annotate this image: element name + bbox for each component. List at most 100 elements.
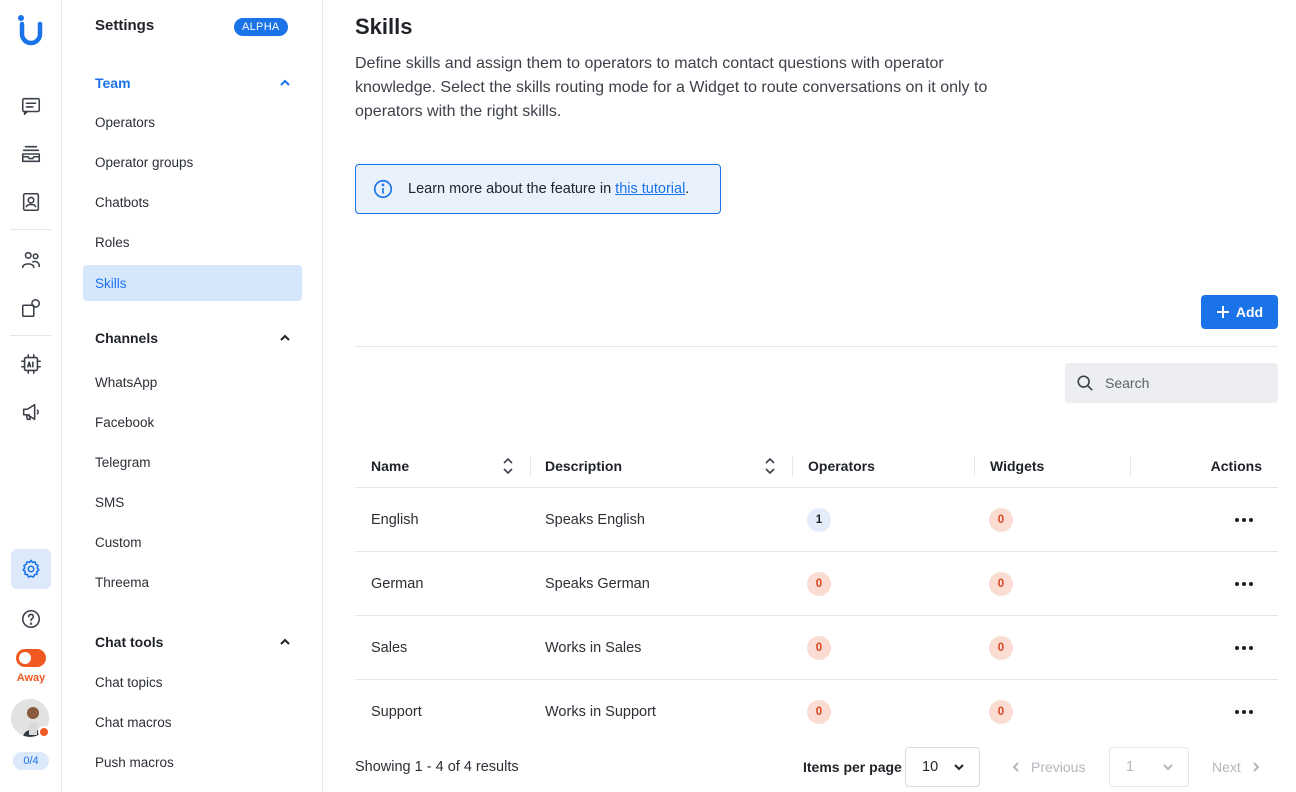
info-text: Learn more about the feature in this tut… <box>408 181 689 197</box>
row-actions-menu-icon[interactable] <box>1234 702 1254 722</box>
search-input[interactable] <box>1105 375 1265 391</box>
operators-count-badge: 0 <box>807 700 831 724</box>
table-row: German Speaks German 0 0 <box>355 552 1278 616</box>
column-separator <box>974 456 975 476</box>
section-chat-tools-toggle[interactable]: Chat tools <box>95 632 291 652</box>
search-icon <box>1077 375 1093 391</box>
status-dot <box>38 726 50 738</box>
sidebar-item-chatbots[interactable]: Chatbots <box>83 184 302 220</box>
section-team-toggle[interactable]: Team <box>95 73 291 93</box>
next-label: Next <box>1212 759 1241 775</box>
sort-name-button[interactable] <box>501 444 515 488</box>
page-number-select[interactable]: 1 <box>1109 747 1189 787</box>
sort-description-button[interactable] <box>763 444 777 488</box>
operators-count-badge: 0 <box>807 572 831 596</box>
widgets-count-badge: 0 <box>989 572 1013 596</box>
sidebar-item-whatsapp[interactable]: WhatsApp <box>83 364 302 400</box>
table-header: Name Description Operators Widgets Actio… <box>355 444 1278 488</box>
sort-icon <box>501 457 515 475</box>
integrations-icon[interactable] <box>11 288 51 328</box>
info-icon <box>373 179 393 199</box>
ai-chip-icon[interactable] <box>11 344 51 384</box>
section-label: Channels <box>95 330 159 346</box>
row-actions-menu-icon[interactable] <box>1234 510 1254 530</box>
cell-name: Sales <box>371 640 408 656</box>
chevron-left-icon <box>1012 762 1019 772</box>
chevron-up-icon <box>280 79 290 86</box>
row-actions-menu-icon[interactable] <box>1234 638 1254 658</box>
chevron-down-icon <box>954 764 964 771</box>
contacts-icon[interactable] <box>11 182 51 222</box>
info-text-suffix: . <box>685 181 690 197</box>
column-header-description: Description <box>545 458 623 474</box>
megaphone-icon[interactable] <box>11 392 51 432</box>
previous-page-button[interactable]: Previous <box>1011 759 1085 775</box>
settings-gear-icon[interactable] <box>11 549 51 589</box>
sidebar-item-threema[interactable]: Threema <box>83 564 302 600</box>
userlike-logo[interactable] <box>11 12 51 48</box>
chevron-down-icon <box>1163 764 1173 771</box>
rail-divider <box>10 335 52 336</box>
add-skill-button[interactable]: Add <box>1201 295 1278 329</box>
operators-count-badge: 1 <box>807 508 831 532</box>
availability-toggle[interactable] <box>16 649 46 667</box>
cell-name: Support <box>371 704 422 720</box>
chevron-up-icon <box>280 638 290 645</box>
page-title: Skills <box>355 14 413 39</box>
inbox-stack-icon[interactable] <box>11 134 51 174</box>
table-row: Support Works in Support 0 0 <box>355 680 1278 744</box>
column-header-actions: Actions <box>1210 458 1262 474</box>
next-page-button[interactable]: Next <box>1212 759 1261 775</box>
cell-name: English <box>371 512 419 528</box>
page-number-value: 1 <box>1126 759 1135 775</box>
column-header-operators: Operators <box>808 458 875 474</box>
sidebar-item-push-macros[interactable]: Push macros <box>83 744 302 780</box>
column-header-widgets: Widgets <box>990 458 1045 474</box>
search-box <box>1065 363 1278 403</box>
chevron-right-icon <box>1253 762 1260 772</box>
sidebar-item-roles[interactable]: Roles <box>83 224 302 260</box>
results-summary: Showing 1 - 4 of 4 results <box>355 759 519 775</box>
chat-counter-badge: 0/4 <box>13 752 49 770</box>
info-banner: Learn more about the feature in this tut… <box>355 164 721 214</box>
items-per-page-select[interactable]: 10 <box>905 747 980 787</box>
skills-table: Name Description Operators Widgets Actio… <box>355 444 1278 744</box>
sidebar-item-chat-topics[interactable]: Chat topics <box>83 664 302 700</box>
widgets-count-badge: 0 <box>989 700 1013 724</box>
help-icon[interactable] <box>11 599 51 639</box>
section-label: Chat tools <box>95 634 164 650</box>
plus-icon <box>1216 306 1229 318</box>
status-label: Away <box>16 672 46 684</box>
items-per-page-value: 10 <box>922 759 939 775</box>
settings-sidebar: Settings ALPHA Team Operators Operator g… <box>63 0 323 792</box>
sidebar-item-operator-groups[interactable]: Operator groups <box>83 144 302 180</box>
icon-rail: Away 0/4 <box>0 0 62 792</box>
cell-description: Speaks German <box>545 576 650 592</box>
messages-icon[interactable] <box>11 86 51 126</box>
team-icon[interactable] <box>11 240 51 280</box>
sidebar-item-operators[interactable]: Operators <box>83 104 302 140</box>
sidebar-item-chat-macros[interactable]: Chat macros <box>83 704 302 740</box>
cell-description: Works in Sales <box>545 640 642 656</box>
column-separator <box>1130 456 1131 476</box>
column-separator <box>530 456 531 476</box>
info-text-prefix: Learn more about the feature in <box>408 181 616 197</box>
section-channels-toggle[interactable]: Channels <box>95 328 291 348</box>
rail-divider <box>10 229 52 230</box>
previous-label: Previous <box>1031 759 1086 775</box>
widgets-count-badge: 0 <box>989 508 1013 532</box>
sidebar-item-skills[interactable]: Skills <box>83 265 302 301</box>
divider <box>355 346 1278 347</box>
cell-name: German <box>371 576 424 592</box>
tutorial-link[interactable]: this tutorial <box>615 181 685 197</box>
widgets-count-badge: 0 <box>989 636 1013 660</box>
chevron-up-icon <box>280 334 290 341</box>
sidebar-item-custom[interactable]: Custom <box>83 524 302 560</box>
row-actions-menu-icon[interactable] <box>1234 574 1254 594</box>
alpha-badge: ALPHA <box>234 18 288 36</box>
sidebar-item-facebook[interactable]: Facebook <box>83 404 302 440</box>
add-button-label: Add <box>1235 304 1264 320</box>
sidebar-item-telegram[interactable]: Telegram <box>83 444 302 480</box>
sidebar-item-sms[interactable]: SMS <box>83 484 302 520</box>
page-description: Define skills and assign them to operato… <box>355 55 988 120</box>
